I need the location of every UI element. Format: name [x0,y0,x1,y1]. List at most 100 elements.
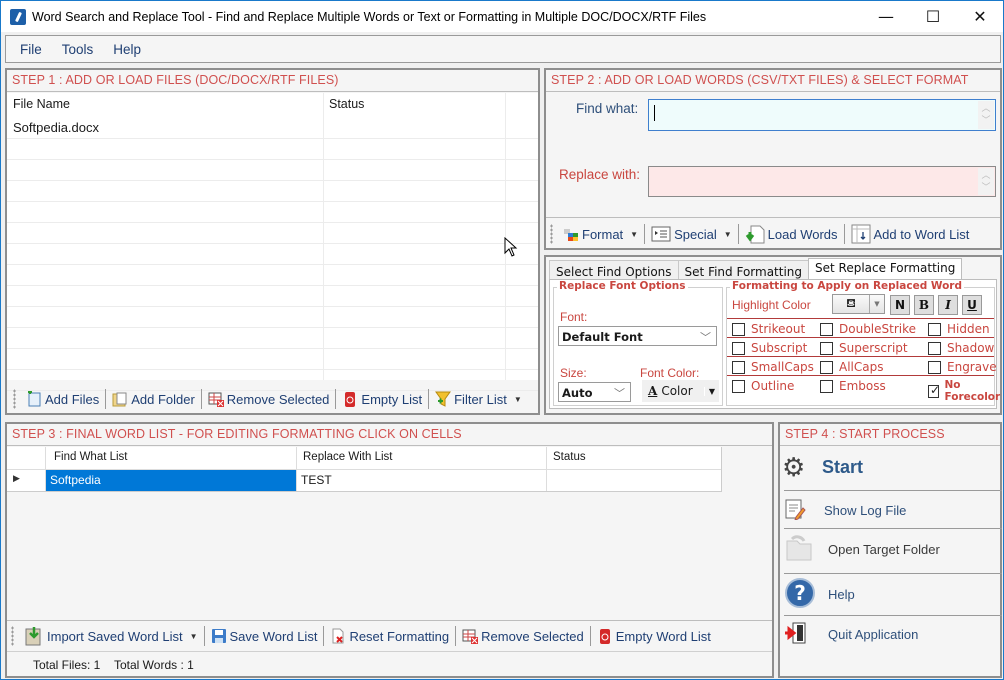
menu-help[interactable]: Help [113,42,141,57]
open-target-folder-button[interactable]: Open Target Folder [784,532,1002,566]
checkbox-shadow[interactable]: Shadow [928,341,994,355]
remove-selected-words-button[interactable]: Remove Selected [458,628,588,644]
checkbox-superscript[interactable]: Superscript [820,341,908,355]
empty-list-button[interactable]: Empty List [338,391,426,407]
font-color-label: Font Color: [640,366,700,380]
status-cell[interactable] [547,470,721,491]
start-button[interactable]: ⚙ Start [782,451,1000,483]
find-what-cell[interactable]: Softpedia [46,470,296,491]
minimize-button[interactable]: — [863,1,909,32]
add-folder-button[interactable]: Add Folder [108,391,199,407]
checkbox-box[interactable] [732,341,745,355]
checkbox-emboss[interactable]: Emboss [820,379,886,393]
menu-tools[interactable]: Tools [62,42,94,57]
size-select[interactable]: Auto ﹀ [558,382,631,402]
close-button[interactable]: ✕ [957,1,1003,32]
gears-icon: ⚙ [782,451,806,482]
highlight-dropdown[interactable]: ▼ [869,295,884,313]
help-button[interactable]: ? Help [784,577,1002,611]
checkbox-box[interactable] [928,360,941,374]
bold-button[interactable]: B [914,295,934,315]
window-title: Word Search and Replace Tool - Find and … [32,9,707,24]
checkbox-subscript[interactable]: Subscript [732,341,807,355]
highlight-color-button[interactable]: ⛾ ▼ [832,294,885,314]
underline-button[interactable]: U [962,295,982,315]
format-palette-icon [563,226,579,242]
checkbox-box[interactable] [820,379,833,393]
grid-row-line [7,138,538,139]
checkbox-box[interactable] [820,360,833,374]
checkbox-hidden[interactable]: Hidden [928,322,990,336]
word-list-grid[interactable]: Find What List Replace With List Status … [7,447,722,492]
checkbox-allcaps[interactable]: AllCaps [820,360,883,374]
add-file-icon [26,390,42,407]
checkbox-smallcaps[interactable]: SmallCaps [732,360,814,374]
import-saved-word-list-button[interactable]: Import Saved Word List ▼ [20,626,202,646]
checkbox-box[interactable] [928,322,941,336]
grid-row-line [7,222,538,223]
column-header-status[interactable]: Status [323,93,505,115]
add-files-button[interactable]: Add Files [22,390,103,407]
checkbox-label: DoubleStrike [839,322,917,336]
special-button[interactable]: Special ▼ [647,226,736,242]
file-list-grid[interactable]: File Name Status Softpedia.docx [7,93,538,391]
checkbox-doublestrike[interactable]: DoubleStrike [820,322,916,336]
empty-word-list-button[interactable]: Empty Word List [593,628,715,644]
save-word-list-button[interactable]: Save Word List [207,628,322,644]
font-label: Font: [560,310,588,324]
folder-open-icon [784,533,828,566]
highlight-color-label: Highlight Color [732,298,811,312]
step2-title: STEP 2 : ADD OR LOAD WORDS (CSV/TXT FILE… [546,70,1000,92]
grid-row-line [7,159,538,160]
add-to-word-list-button[interactable]: Add to Word List [847,224,974,244]
checkbox-box[interactable] [820,341,833,355]
normal-button[interactable]: N [890,295,910,315]
column-header-file-name[interactable]: File Name [7,93,323,115]
format-button[interactable]: Format ▼ [559,226,642,242]
replace-with-cell[interactable]: TEST [297,470,546,491]
special-chars-icon [651,226,671,242]
menu-file[interactable]: File [20,42,42,57]
find-what-input[interactable]: ︿ ﹀ [648,99,996,131]
checkbox-engrave[interactable]: Engrave [928,360,997,374]
checkbox-label: AllCaps [839,360,884,374]
checkbox-strikeout[interactable]: Strikeout [732,322,805,336]
quit-application-button[interactable]: Quit Application [784,620,1002,648]
tab-content: Replace Font Options Font: Default Font ﹀… [549,279,1000,409]
show-log-file-button[interactable]: Show Log File [784,496,1002,524]
checkbox-box[interactable] [928,383,940,398]
checkbox-box[interactable] [928,341,941,355]
replace-with-label: Replace with: [559,167,641,182]
replace-with-scrollbar[interactable]: ︿ ﹀ [978,168,994,195]
reset-formatting-button[interactable]: Reset Formatting [326,628,453,644]
trash-icon [597,628,613,644]
checkbox-box[interactable] [732,322,745,336]
checkbox-box[interactable] [820,322,833,336]
checkbox-label: No Forecolor [944,379,1001,403]
checkbox-label: Subscript [751,341,808,355]
grid-row-line [7,285,538,286]
svg-text:?: ? [794,581,806,605]
load-file-icon [745,224,765,244]
grid-row-line [7,180,538,181]
find-what-scrollbar[interactable]: ︿ ﹀ [978,101,994,129]
checkbox-no-forecolor[interactable]: No Forecolor [928,379,1003,403]
maximize-button[interactable]: ☐ [910,1,956,32]
font-color-dropdown[interactable]: ▼ [703,386,715,396]
font-select[interactable]: Default Font ﹀ [558,326,717,346]
remove-selected-files-button[interactable]: Remove Selected [204,391,334,407]
checkbox-box[interactable] [732,379,745,393]
checkbox-outline[interactable]: Outline [732,379,794,393]
file-row[interactable]: Softpedia.docx [7,117,323,137]
column-header-find-what[interactable]: Find What List [46,447,128,469]
italic-button[interactable]: I [938,295,958,315]
font-color-button[interactable]: A Color ▼ [642,380,719,402]
load-words-button[interactable]: Load Words [741,224,842,244]
size-label: Size: [560,366,587,380]
checkbox-box[interactable] [732,360,745,374]
grid-row-line [7,369,538,370]
column-header-replace-with[interactable]: Replace With List [297,447,392,469]
replace-with-input[interactable]: ︿ ﹀ [648,166,996,197]
column-header-status[interactable]: Status [547,447,586,469]
filter-list-button[interactable]: Filter List ▼ [431,391,526,407]
